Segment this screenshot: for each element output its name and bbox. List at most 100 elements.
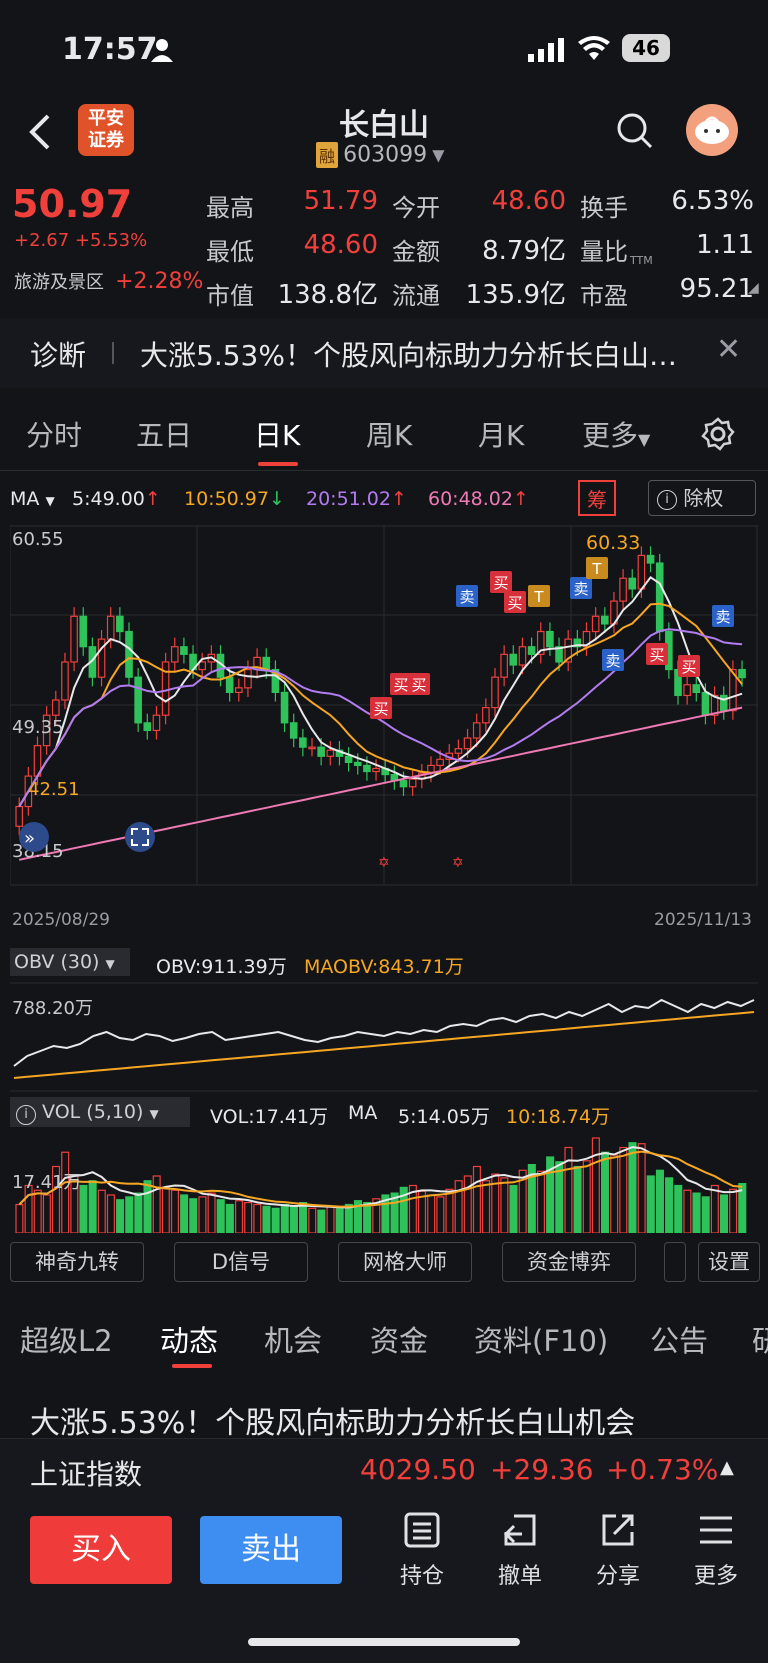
positions-icon (404, 1512, 440, 1548)
menu-icon (700, 1516, 732, 1544)
caret-down-icon: ▼ (105, 957, 115, 971)
indicator-settings-button[interactable]: 设置 (698, 1242, 760, 1282)
tab-f10[interactable]: 资料(F10) (474, 1318, 608, 1360)
diagnosis-bar[interactable]: 诊断 大涨5.53%！个股风向标助力分析长白山… ✕ (0, 318, 768, 388)
tab-timeshare[interactable]: 分时 (26, 414, 82, 454)
ma10-value: 10:50.97↓ (184, 488, 285, 510)
obv-value: OBV:911.39万 (156, 956, 287, 978)
signal-marker[interactable]: 卖 (712, 605, 734, 627)
quote-value: 138.8亿 (277, 280, 378, 310)
quote-value: 48.60 (303, 230, 378, 260)
svg-text:卖: 卖 (459, 588, 474, 606)
divider (112, 342, 114, 364)
signal-marker[interactable]: 卖 (602, 649, 624, 671)
signal-marker[interactable]: 买 (370, 697, 392, 719)
up-arrow-icon: ↑ (144, 488, 161, 510)
quote-value: 6.53% (671, 186, 754, 216)
tab-weekly-k[interactable]: 周K (366, 414, 412, 454)
sell-button[interactable]: 卖出 (200, 1516, 342, 1584)
signal-marker[interactable]: 卖 (570, 577, 592, 599)
tab-daily-k[interactable]: 日K (254, 414, 300, 454)
caret-up-icon[interactable]: ▲ (720, 1457, 734, 1478)
svg-text:买: 买 (507, 594, 522, 612)
volume-chart[interactable]: 17.41万 (10, 1133, 758, 1233)
signal-marker[interactable]: T (528, 585, 550, 607)
obv-axis-label: 788.20万 (12, 998, 93, 1019)
close-icon[interactable]: ✕ (716, 332, 741, 367)
tab-funds[interactable]: 资金 (370, 1318, 428, 1360)
signal-marker[interactable]: 买 (408, 673, 430, 695)
signal-marker[interactable]: 买 (678, 655, 700, 677)
maobv-line (13, 1011, 755, 1079)
share-icon (602, 1514, 634, 1546)
clock: 17:57 (62, 32, 158, 67)
vol-ma-label: MA (348, 1102, 378, 1124)
signal-marker[interactable]: T (586, 557, 608, 579)
quote-label: 最低 (206, 238, 254, 266)
tab-monthly-k[interactable]: 月K (478, 414, 524, 454)
buy-button[interactable]: 买入 (30, 1516, 172, 1584)
svg-text:T: T (591, 560, 602, 578)
quote-value: 95.21 (679, 274, 754, 304)
tab-research[interactable]: 研 (752, 1318, 768, 1360)
partial-indicator-button[interactable] (664, 1242, 686, 1282)
fast-forward-icon[interactable]: » (19, 822, 49, 852)
tab-five-day[interactable]: 五日 (136, 414, 192, 454)
vol-legend: i VOL (5,10) ▼ VOL:17.41万 MA 5:14.05万 10… (0, 1097, 768, 1131)
signal-marker[interactable]: 买 (646, 643, 668, 665)
d-signal-button[interactable]: D信号 (174, 1242, 308, 1282)
sector-row[interactable]: 旅游及景区 +2.28% (14, 268, 203, 294)
signal-marker[interactable]: 卖 (456, 585, 478, 607)
share-button[interactable]: 分享 (578, 1510, 658, 1590)
search-icon[interactable] (616, 112, 654, 154)
caret-down-icon[interactable]: ▼ (432, 146, 444, 165)
more-button[interactable]: 更多 (676, 1510, 756, 1590)
tab-super-l2[interactable]: 超级L2 (20, 1318, 113, 1360)
vol-ma10: 10:18.74万 (506, 1106, 610, 1128)
chart-period-tabs: 分时 五日 日K 周K 月K 更多▼ (0, 400, 768, 471)
tab-more-label: 更多 (582, 419, 639, 452)
expand-icon[interactable]: ◢ (748, 280, 759, 296)
signal-marker[interactable]: 买 (504, 591, 526, 613)
chip-button[interactable]: 筹 (578, 480, 616, 516)
event-icon[interactable]: ✡ (378, 855, 390, 871)
index-change: +29.36 (490, 1453, 594, 1486)
adjust-button[interactable]: i 除权 (648, 480, 756, 516)
info-icon: i (16, 1105, 36, 1125)
fund-game-button[interactable]: 资金博弈 (502, 1242, 636, 1282)
y-top-label: 60.55 (12, 529, 64, 550)
index-ticker[interactable]: 上证指数 4029.50 +29.36 +0.73% ▲ (0, 1438, 768, 1499)
obv-selector-label: OBV (30) (14, 951, 100, 973)
candlestick-chart[interactable]: 买买买卖买买T卖T卖买买卖 60.55 49.35 42.51 38.15 60… (10, 525, 758, 935)
sector-name: 旅游及景区 (14, 272, 104, 293)
obv-legend: OBV (30) ▼ OBV:911.39万 MAOBV:843.71万 (0, 948, 768, 978)
price-change: +2.67 +5.53% (14, 230, 147, 251)
quote-label: 最高 (206, 194, 254, 222)
cancel-order-button[interactable]: 撤单 (480, 1510, 560, 1590)
vol-ma5: 5:14.05万 (398, 1106, 490, 1128)
obv-selector[interactable]: OBV (30) ▼ (10, 948, 130, 976)
tab-announcements[interactable]: 公告 (650, 1318, 708, 1360)
signal-marker[interactable]: 买 (490, 571, 512, 593)
quote-label: 今开 (392, 194, 440, 222)
tab-opportunity[interactable]: 机会 (264, 1318, 322, 1360)
avatar[interactable] (686, 104, 738, 156)
fullscreen-icon[interactable] (125, 822, 155, 852)
tab-news[interactable]: 动态 (160, 1318, 218, 1360)
obv-chart[interactable]: 788.20万 (10, 982, 758, 1092)
status-bar: 17:57 46 (0, 0, 768, 100)
index-pct: +0.73% (606, 1453, 719, 1486)
cancel-order-label: 撤单 (497, 1564, 542, 1589)
nine-turn-button[interactable]: 神奇九转 (10, 1242, 144, 1282)
event-icon[interactable]: ✡ (452, 855, 464, 871)
grid-master-button[interactable]: 网格大师 (338, 1242, 472, 1282)
ma-selector[interactable]: MA ▼ (10, 488, 55, 510)
news-headline[interactable]: 大涨5.53%！个股风向标助力分析长白山机会 (0, 1390, 768, 1441)
vol-selector[interactable]: i VOL (5,10) ▼ (10, 1097, 190, 1127)
tab-more[interactable]: 更多▼ (582, 414, 650, 454)
settings-icon[interactable] (700, 416, 736, 456)
date-start-label: 2025/08/29 (12, 910, 110, 930)
positions-button[interactable]: 持仓 (382, 1510, 462, 1590)
ma5-value: 5:49.00↑ (72, 488, 161, 510)
battery-icon: 46 (622, 34, 670, 62)
